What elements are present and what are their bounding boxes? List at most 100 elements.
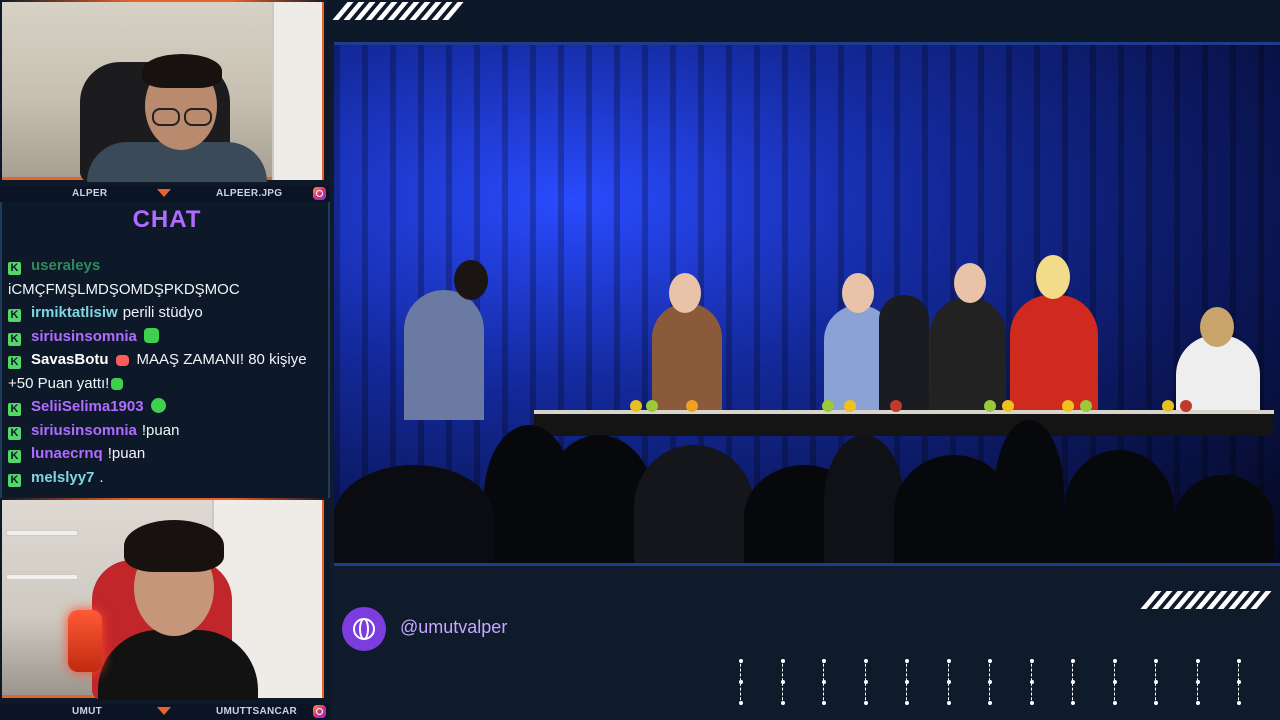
- dot-grid-point: [863, 701, 868, 705]
- instagram-icon: [313, 705, 326, 718]
- person-hair: [142, 54, 222, 88]
- dot-grid-point: [1154, 680, 1158, 684]
- chat-message: K SeliiSelima1903: [8, 395, 326, 419]
- performer-head: [954, 263, 986, 303]
- chat-message: Kuseraleys: [8, 254, 326, 278]
- fruit: [822, 400, 834, 412]
- webcam-umut: [0, 498, 330, 704]
- emote-icon: [143, 327, 159, 343]
- globe-icon: [342, 607, 386, 651]
- dot-grid-point: [1237, 701, 1241, 705]
- fruit: [1062, 400, 1074, 412]
- kick-icon: K: [8, 332, 21, 346]
- chat-username[interactable]: lunaecrnq: [31, 445, 103, 462]
- dot-grid-point: [1071, 659, 1075, 663]
- chat-username[interactable]: irmiktatlisiw: [31, 304, 118, 321]
- emote-icon: [150, 398, 166, 413]
- streamer-name: ALPER: [72, 188, 108, 199]
- dot-grid-point: [1195, 659, 1200, 663]
- audience-member: [1174, 475, 1274, 563]
- chat-messages: Kuseraleys iCMÇFMŞLMDŞOMDŞPKDŞMOC Kirmik…: [8, 254, 326, 489]
- chat-username[interactable]: siriusinsomnia: [31, 422, 137, 439]
- streamer-name: UMUT: [72, 706, 103, 717]
- audience-member: [1064, 450, 1174, 563]
- dot-grid-point: [1029, 680, 1034, 684]
- fruit: [844, 400, 856, 412]
- audience-member: [994, 420, 1064, 563]
- chat-text: iCMÇFMŞLMDŞOMDŞPKDŞMOC: [8, 280, 240, 298]
- fruit: [1180, 400, 1192, 412]
- chat-message: Ksiriusinsomnia: [8, 325, 326, 349]
- triangle-icon: [157, 189, 171, 197]
- performer-head: [842, 273, 874, 313]
- dot-grid-point: [1237, 680, 1241, 684]
- social-handle-text[interactable]: @umutvalper: [400, 617, 507, 638]
- kick-icon: K: [8, 262, 21, 275]
- streamer-handle: ALPEER.JPG: [216, 188, 283, 199]
- streamer-handle: UMUTTSANCAR: [216, 706, 298, 717]
- dot-grid-point: [905, 701, 909, 705]
- top-overlay-strip: [330, 0, 1280, 42]
- chat-message: K SavasBotu MAAŞ ZAMANI! 80 kişiye +50 Pua…: [8, 348, 326, 395]
- fruit: [1162, 400, 1174, 412]
- fruit: [646, 400, 658, 412]
- dot-grid-point: [739, 680, 743, 684]
- performer: [404, 290, 484, 420]
- performer-head: [1036, 255, 1070, 299]
- dot-grid-point: [946, 680, 951, 684]
- dot-grid-point: [1154, 659, 1158, 663]
- dot-grid-point: [946, 659, 951, 663]
- megaphone-icon: [115, 355, 129, 366]
- dot-grid-point: [905, 680, 909, 684]
- chat-username[interactable]: melslyy7: [31, 469, 94, 486]
- chat-username[interactable]: siriusinsomnia: [31, 328, 137, 345]
- bottom-overlay-strip: @umutvalper: [330, 569, 1280, 720]
- kick-icon: K: [8, 403, 21, 416]
- dot-grid-point: [822, 680, 826, 684]
- chat-title: CHAT: [132, 206, 202, 233]
- dot-grid-point: [1154, 701, 1158, 705]
- left-sidebar: ALPER ALPEER.JPG CHAT Kuseraleys iCMÇFMŞ…: [0, 0, 330, 720]
- dot-grid-point: [822, 659, 826, 663]
- fruit: [984, 400, 996, 412]
- instagram-icon: [313, 187, 326, 200]
- glasses: [152, 108, 180, 126]
- dot-grid-point: [1071, 701, 1075, 705]
- money-icon: [111, 377, 124, 390]
- fruit: [890, 400, 902, 412]
- chat-message: Ksiriusinsomnia !puan: [8, 419, 326, 443]
- triangle-icon: [157, 707, 171, 715]
- fruit: [686, 400, 698, 412]
- dot-grid-point: [739, 659, 743, 663]
- audience-member: [824, 435, 904, 563]
- audience-member: [634, 445, 754, 563]
- chat-text: perili stüdyo: [122, 304, 203, 321]
- stage-table: [534, 410, 1274, 436]
- chat-panel: CHAT Kuseraleys iCMÇFMŞLMDŞOMDŞPKDŞMOC K…: [0, 202, 330, 498]
- dot-grid-point: [946, 701, 951, 705]
- dot-grid-point: [1071, 680, 1075, 684]
- decorative-slashes: [332, 2, 464, 20]
- dot-grid-point: [863, 680, 868, 684]
- kick-icon: K: [8, 356, 21, 369]
- chat-username[interactable]: useraleys: [31, 257, 100, 274]
- dot-grid-point: [1029, 701, 1034, 705]
- dot-grid-point: [863, 659, 868, 663]
- dot-grid-point: [905, 659, 909, 663]
- background-wall: [272, 2, 322, 180]
- performer-head: [669, 273, 701, 313]
- dot-grid-point: [780, 659, 785, 663]
- dot-grid-point: [1112, 659, 1117, 663]
- chat-username[interactable]: SavasBotu: [31, 351, 109, 368]
- dot-grid-point: [822, 701, 826, 705]
- microphone: [68, 610, 102, 672]
- chat-message: Klunaecrnq !puan: [8, 442, 326, 466]
- webcam-nameplate-bottom: UMUT UMUTTSANCAR: [0, 704, 330, 720]
- chat-username[interactable]: SeliiSelima1903: [31, 398, 144, 415]
- dot-grid-point: [1029, 659, 1034, 663]
- chat-text: .: [99, 468, 104, 486]
- dot-grid-point: [1195, 701, 1200, 705]
- kick-icon: K: [8, 309, 21, 322]
- dot-grid-point: [1237, 659, 1241, 663]
- stream-video: [334, 42, 1280, 566]
